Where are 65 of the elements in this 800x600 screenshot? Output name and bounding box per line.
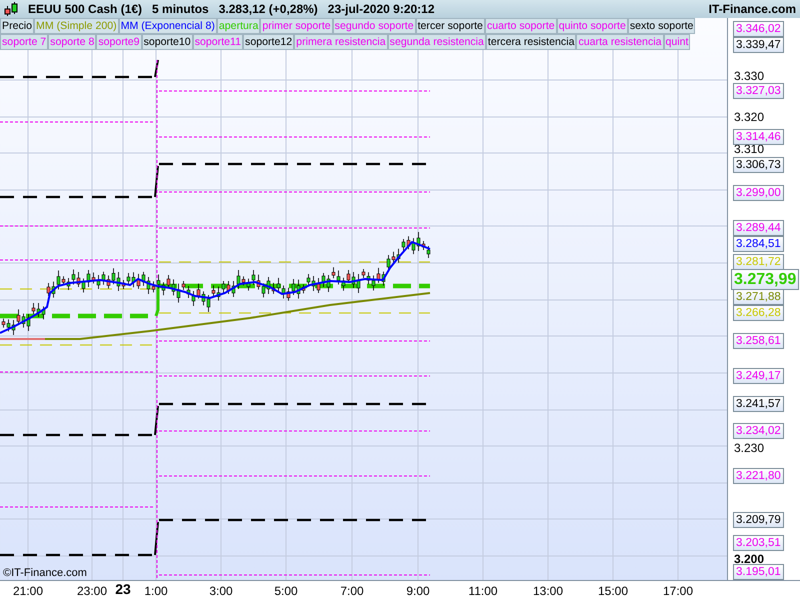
price-level-tag: 3.266,28 bbox=[733, 305, 784, 321]
price-level-tag: 3.241,57 bbox=[733, 396, 784, 412]
interval-label: 5 minutos bbox=[152, 2, 209, 16]
legend-tag[interactable]: sexto soporte bbox=[628, 18, 696, 34]
price-level-tag: 3.314,46 bbox=[733, 129, 784, 145]
legend-tag[interactable]: soporte 7 bbox=[0, 34, 48, 50]
price-change: 3.283,12 (+0,28%) bbox=[218, 2, 318, 16]
axis-tick-label: 3.230 bbox=[734, 442, 764, 454]
axis-time-label: 1:00 bbox=[144, 584, 168, 598]
price-level-tag: 3.327,03 bbox=[733, 83, 784, 99]
price-level-tag: 3.306,73 bbox=[733, 157, 784, 173]
price-level-tag: 3.221,80 bbox=[733, 468, 784, 484]
price-level-tag: 3.284,51 bbox=[733, 236, 784, 252]
current-price-tag: 3.273,99 bbox=[731, 269, 800, 290]
axis-time-label: 23 bbox=[115, 581, 131, 597]
axis-time-label: 15:00 bbox=[598, 584, 628, 598]
axis-tick-label: 3.200 bbox=[734, 553, 764, 565]
legend-tag[interactable]: soporte9 bbox=[96, 34, 142, 50]
price-level-tag: 3.339,47 bbox=[733, 37, 784, 53]
axis-time-label: 11:00 bbox=[468, 584, 498, 598]
axis-tick-label: 3.320 bbox=[734, 111, 764, 123]
price-level-tag: 3.281,72 bbox=[733, 254, 784, 270]
price-level-tag: 3.289,44 bbox=[733, 220, 784, 236]
legend-tag[interactable]: soporte11 bbox=[192, 34, 244, 50]
axis-tick-label: 3.310 bbox=[734, 143, 764, 155]
axis-time-label: 17:00 bbox=[662, 584, 694, 598]
legend-tag[interactable]: cuarto soporte bbox=[484, 18, 557, 34]
brand-label: IT-Finance.com bbox=[708, 2, 796, 16]
legend-tag[interactable]: apertura bbox=[216, 18, 260, 34]
axis-time-label: 9:00 bbox=[406, 584, 430, 598]
legend-tag[interactable]: primera resistencia bbox=[294, 34, 388, 50]
axis-time-label: 5:00 bbox=[274, 584, 298, 598]
price-level-tag: 3.299,00 bbox=[733, 185, 784, 201]
instrument-title: EEUU 500 Cash (1€) bbox=[28, 2, 142, 16]
price-level-tag: 3.209,79 bbox=[733, 512, 784, 528]
candlestick-icon bbox=[4, 2, 18, 16]
datetime-label: 23-jul-2020 9:20:12 bbox=[328, 2, 435, 16]
legend-tag[interactable]: segunda resistencia bbox=[388, 34, 486, 50]
legend-tag[interactable]: tercer soporte bbox=[416, 18, 485, 34]
legend-tag[interactable]: soporte12 bbox=[243, 34, 294, 50]
legend-tag[interactable]: tercera resistencia bbox=[486, 34, 576, 50]
legend-tag[interactable]: primer soporte bbox=[260, 18, 333, 34]
axis-time-label: 13:00 bbox=[532, 584, 564, 598]
axis-time-label: 23:00 bbox=[76, 584, 108, 598]
legend-tag[interactable]: soporte10 bbox=[142, 34, 193, 50]
legend-tag[interactable]: MM (Simple 200) bbox=[34, 18, 119, 34]
axis-time-label: 7:00 bbox=[340, 584, 364, 598]
price-level-tag: 3.234,02 bbox=[733, 423, 784, 439]
chart-credit: ©IT-Finance.com bbox=[3, 567, 87, 579]
legend-tag[interactable]: quinto soporte bbox=[556, 18, 628, 34]
price-level-tag: 3.271,88 bbox=[733, 289, 784, 305]
price-level-tag: 3.195,01 bbox=[733, 564, 784, 580]
axis-tick-label: 3.330 bbox=[734, 70, 764, 82]
price-level-tag: 3.346,02 bbox=[733, 21, 784, 37]
price-level-tag: 3.258,61 bbox=[733, 333, 784, 349]
axis-time-label: 21:00 bbox=[12, 584, 44, 598]
legend-tag[interactable]: segundo soporte bbox=[332, 18, 416, 34]
axis-time-label: 3:00 bbox=[209, 584, 233, 598]
legend-tag[interactable]: Precio bbox=[0, 18, 34, 34]
legend-tag[interactable]: MM (Exponencial 8) bbox=[118, 18, 217, 34]
price-level-tag: 3.203,51 bbox=[733, 535, 784, 551]
price-level-tag: 3.249,17 bbox=[733, 368, 784, 384]
legend-tag[interactable]: cuarta resistencia bbox=[576, 34, 664, 50]
legend-tag[interactable]: soporte 8 bbox=[48, 34, 96, 50]
legend-tag[interactable]: quint bbox=[664, 34, 690, 50]
